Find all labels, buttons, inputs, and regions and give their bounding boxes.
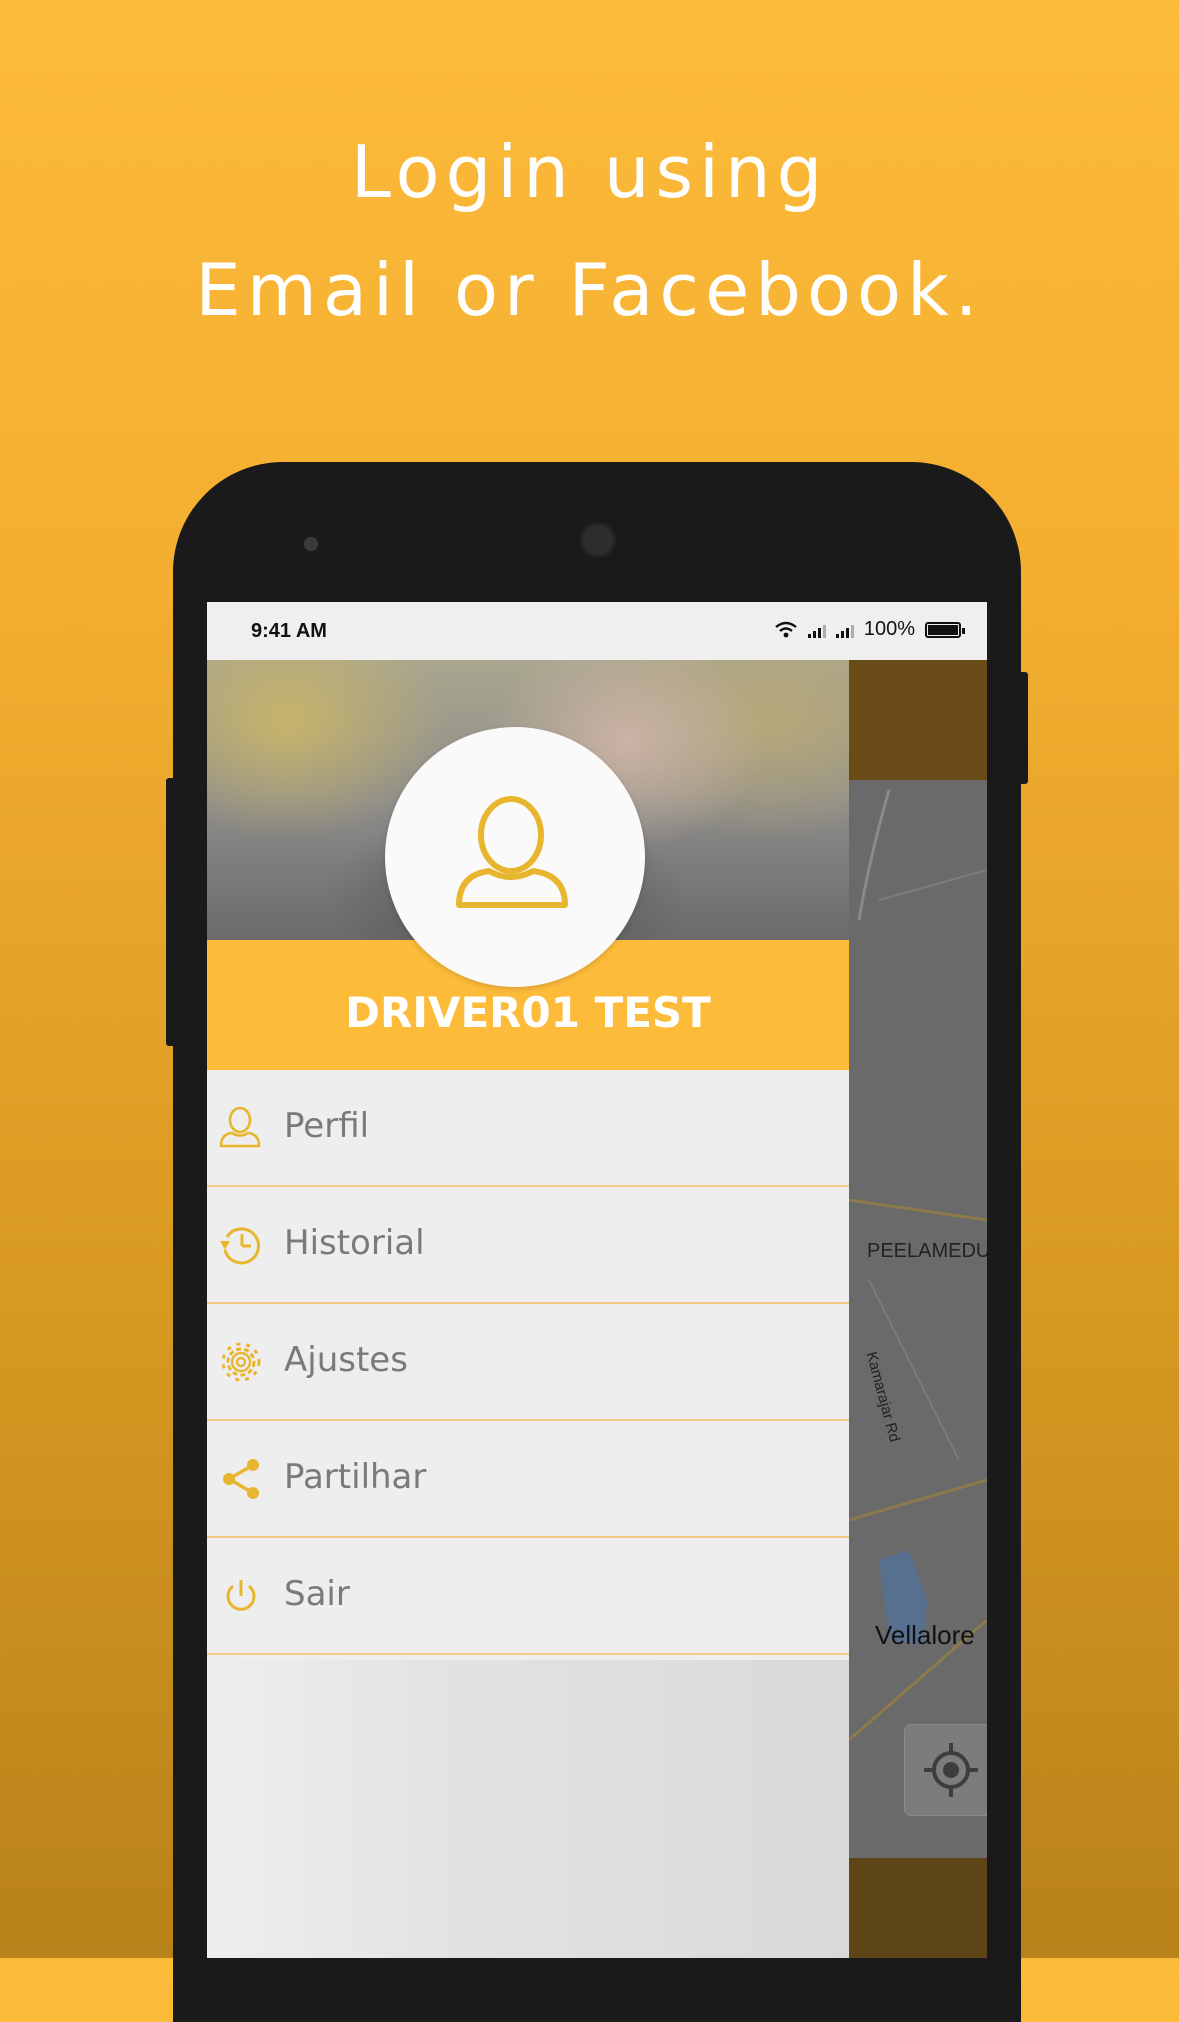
bottom-bar bbox=[849, 1858, 987, 1958]
headline-line-2: Email or Facebook. bbox=[195, 248, 984, 332]
proximity-sensor bbox=[304, 537, 318, 551]
share-icon bbox=[223, 1459, 259, 1499]
menu-item-historial[interactable]: Historial bbox=[207, 1187, 849, 1304]
map-label-peelamedu: PEELAMEDU bbox=[867, 1240, 987, 1262]
gear-icon bbox=[221, 1342, 261, 1382]
status-time: 9:41 AM bbox=[251, 620, 327, 642]
driver-name: DRIVER01 TEST bbox=[345, 988, 711, 1037]
wifi-icon bbox=[775, 621, 797, 637]
menu-item-ajustes[interactable]: Ajustes bbox=[207, 1304, 849, 1421]
user-icon bbox=[219, 1106, 261, 1148]
signal-icon-2 bbox=[835, 622, 854, 638]
history-icon bbox=[220, 1227, 260, 1265]
menu-item-sair[interactable]: Sair bbox=[207, 1538, 849, 1655]
menu-label-sair: Sair bbox=[284, 1574, 350, 1614]
user-avatar-icon bbox=[456, 796, 568, 908]
menu-item-perfil[interactable]: Perfil bbox=[207, 1070, 849, 1187]
avatar[interactable] bbox=[385, 727, 645, 987]
menu-label-ajustes: Ajustes bbox=[284, 1340, 408, 1380]
drawer-menu: Perfil Historial Ajustes Partilhar Sair bbox=[207, 1070, 849, 1655]
headline-line-1: Login using bbox=[350, 130, 829, 214]
power-icon bbox=[226, 1580, 256, 1611]
phone-screen: 9:41 AM 100% PEELAMEDU Kamarajar Rd Vell… bbox=[207, 602, 987, 1958]
crosshair-icon bbox=[924, 1743, 978, 1797]
map-label-vellalore: Vellalore bbox=[875, 1620, 975, 1650]
menu-label-historial: Historial bbox=[284, 1223, 425, 1263]
front-camera bbox=[580, 522, 616, 558]
menu-label-perfil: Perfil bbox=[284, 1106, 370, 1146]
battery-icon bbox=[925, 621, 965, 638]
menu-item-partilhar[interactable]: Partilhar bbox=[207, 1421, 849, 1538]
drawer-empty-area bbox=[207, 1660, 849, 1958]
navigation-drawer: DRIVER01 TEST Perfil Historial Ajustes P… bbox=[207, 660, 849, 1958]
app-toolbar bbox=[849, 660, 987, 780]
signal-icon-1 bbox=[807, 622, 826, 638]
battery-percent: 100% bbox=[863, 618, 915, 640]
status-bar: 9:41 AM 100% bbox=[207, 602, 987, 660]
menu-label-partilhar: Partilhar bbox=[284, 1457, 427, 1497]
my-location-button[interactable] bbox=[905, 1725, 987, 1815]
map-view[interactable]: PEELAMEDU Kamarajar Rd Vellalore bbox=[849, 660, 987, 1958]
